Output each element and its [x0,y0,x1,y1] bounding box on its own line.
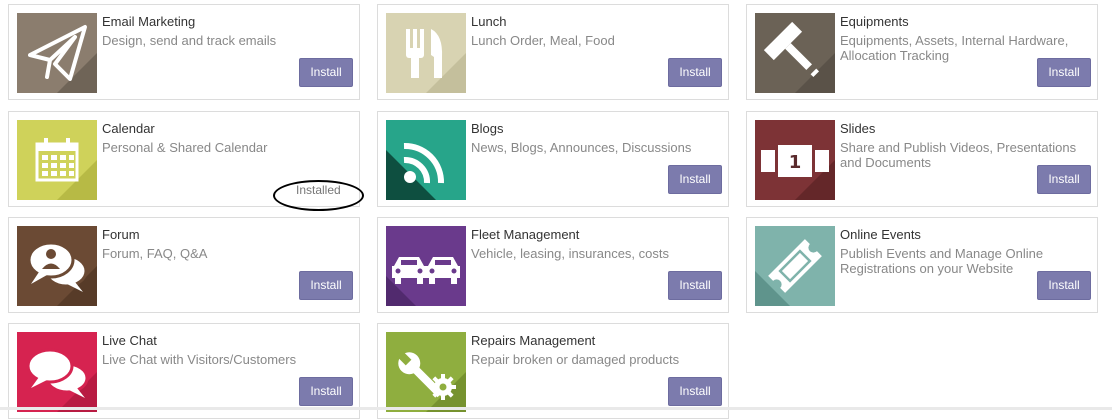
app-summary: Repair broken or damaged products [471,352,680,367]
app-summary: Design, send and track emails [102,33,277,48]
app-title: Calendar [102,121,155,136]
app-title: Repairs Management [471,333,596,348]
install-button[interactable]: Install [299,58,353,87]
app-card-calendar: Calendar Personal & Shared Calendar Inst… [8,111,364,211]
app-card-online-events: Online Events Publish Events and Manage … [746,217,1098,313]
app-title: Equipments [840,14,909,29]
app-card-email-marketing: Email Marketing Design, send and track e… [8,4,360,100]
app-card-blogs: Blogs News, Blogs, Announces, Discussion… [377,111,729,207]
app-card-slides: 1 Slides Share and Publish Videos, Prese… [746,111,1098,207]
paper-plane-icon [17,13,97,93]
slide-number: 1 [789,152,802,173]
install-button[interactable]: Install [1037,165,1091,194]
slides-icon: 1 [755,120,835,200]
install-button[interactable]: Install [668,58,722,87]
calendar-icon [17,120,97,200]
ticket-icon [755,226,835,306]
app-card-fleet-management: Fleet Management Vehicle, leasing, insur… [377,217,729,313]
app-card-repairs-management: Repairs Management Repair broken or dama… [377,323,729,419]
app-title: Lunch [471,14,507,29]
install-button[interactable]: Install [668,271,722,300]
hammer-icon [755,13,835,93]
install-button[interactable]: Install [1037,58,1091,87]
app-summary: Lunch Order, Meal, Food [471,33,615,48]
chat-bubbles-icon [17,332,97,412]
app-card-lunch: Lunch Lunch Order, Meal, Food Install [377,4,729,100]
app-title: Online Events [840,227,921,242]
app-summary: Vehicle, leasing, insurances, costs [471,246,669,261]
app-summary: News, Blogs, Announces, Discussions [471,140,692,155]
app-title: Forum [102,227,140,242]
chat-bubbles-user-icon [17,226,97,306]
app-title: Slides [840,121,876,136]
app-title: Live Chat [102,333,157,348]
app-summary: Live Chat with Visitors/Customers [102,352,297,367]
app-summary: Personal & Shared Calendar [102,140,268,155]
cars-icon [386,226,466,306]
install-button[interactable]: Install [299,271,353,300]
install-button[interactable]: Install [668,377,722,406]
app-title: Fleet Management [471,227,580,242]
app-title: Email Marketing [102,14,196,29]
app-card-equipments: Equipments Equipments, Assets, Internal … [746,4,1098,100]
app-title: Blogs [471,121,504,136]
install-button[interactable]: Install [668,165,722,194]
fork-knife-icon [386,13,466,93]
wrench-gear-icon [386,332,466,412]
app-summary: Forum, FAQ, Q&A [102,246,208,261]
app-card-forum: Forum Forum, FAQ, Q&A Install [8,217,360,313]
rss-icon [386,120,466,200]
highlight-oval [273,180,364,211]
install-button[interactable]: Install [299,377,353,406]
app-card-live-chat: Live Chat Live Chat with Visitors/Custom… [8,323,360,419]
install-button[interactable]: Install [1037,271,1091,300]
